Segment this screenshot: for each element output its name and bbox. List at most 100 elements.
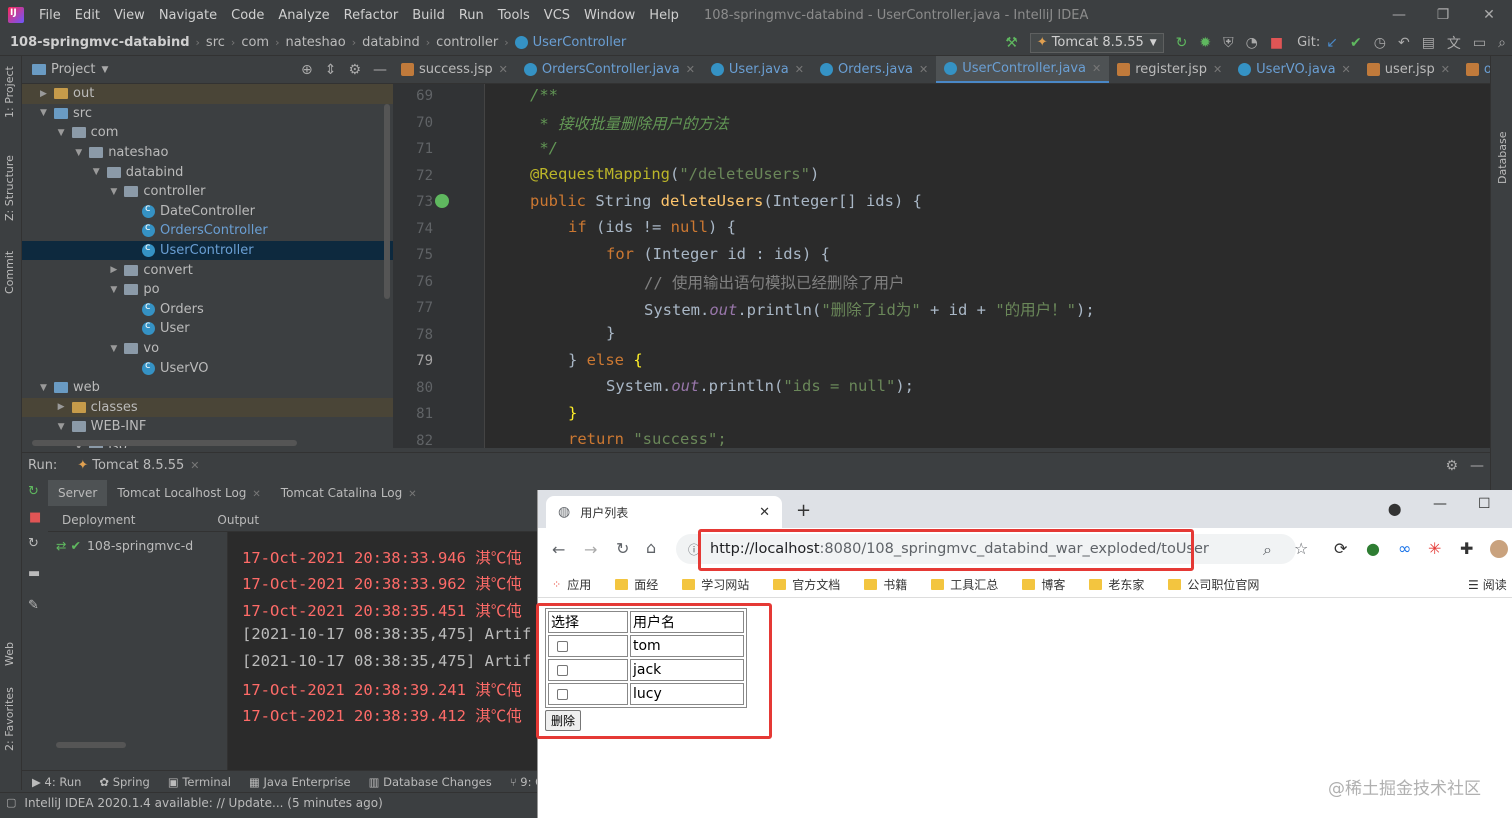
reload-icon[interactable]: ↻ <box>616 539 629 558</box>
profile-avatar[interactable] <box>1490 540 1508 558</box>
tab-orderscontroller-java[interactable]: OrdersController.java ✕ <box>516 56 703 83</box>
tab-success-jsp[interactable]: success.jsp ✕ <box>393 56 516 83</box>
run-config-selector[interactable]: ✦ Tomcat 8.5.55 ▼ <box>1029 32 1164 53</box>
bookmark-folder[interactable]: 书籍 <box>864 576 907 593</box>
extensions-puzzle-icon[interactable]: ✚ <box>1460 539 1473 558</box>
collapse-all-icon[interactable]: ⇕ <box>325 62 337 78</box>
request-mapping-icon[interactable] <box>435 194 449 208</box>
subtab-catalina-log[interactable]: Tomcat Catalina Log ✕ <box>271 486 427 500</box>
git-rollback-icon[interactable]: ↶ <box>1398 35 1410 51</box>
close-tab-icon[interactable]: ✕ <box>499 63 508 76</box>
close-tab-icon[interactable]: ✕ <box>408 489 416 500</box>
run-tab-tomcat[interactable]: Tomcat 8.5.55 <box>92 458 184 473</box>
coverage-icon[interactable]: ⛨ <box>1223 35 1234 51</box>
profile-icon[interactable]: ◔ <box>1246 35 1258 51</box>
layout-icon[interactable]: ▬ <box>28 566 40 581</box>
menu-navigate[interactable]: Navigate <box>152 8 224 23</box>
tool-project[interactable]: 1: Project <box>3 66 16 118</box>
breadcrumb-controller[interactable]: controller <box>436 35 498 50</box>
tab-uservo-java[interactable]: UserVO.java ✕ <box>1230 56 1359 83</box>
breadcrumb-databind[interactable]: databind <box>362 35 420 50</box>
new-tab-icon[interactable]: + <box>796 500 811 521</box>
tree-item-vo[interactable]: ▼ vo <box>110 339 159 359</box>
scrollbar-horizontal[interactable] <box>32 440 297 446</box>
project-structure-icon[interactable]: ▤ <box>1422 35 1435 51</box>
browser-tab[interactable]: ◍ 用户列表 ✕ <box>546 496 782 528</box>
bookmark-folder[interactable]: 官方文档 <box>773 576 840 593</box>
extension-globe-icon[interactable]: ● <box>1366 539 1380 558</box>
zoom-icon[interactable]: ⌕ <box>1263 540 1272 560</box>
back-icon[interactable]: ← <box>552 540 565 559</box>
chevron-down-icon[interactable]: ▼ <box>40 383 54 393</box>
tree-item-web[interactable]: ▼ web <box>40 378 100 398</box>
console-output[interactable]: 17-Oct-2021 20:38:33.946 淇℃伅 17-Oct-2021 … <box>228 532 538 770</box>
tree-item-nateshao[interactable]: ▼ nateshao <box>75 143 168 163</box>
chevron-down-icon[interactable]: ▼ <box>93 167 107 177</box>
tree-item-user[interactable]: User <box>128 319 190 339</box>
gear-icon[interactable]: ⚙ <box>1445 458 1458 474</box>
tool-terminal[interactable]: ▣ Terminal <box>168 775 231 789</box>
menu-tools[interactable]: Tools <box>491 8 537 23</box>
bookmark-star-icon[interactable]: ☆ <box>1294 539 1308 558</box>
chevron-right-icon[interactable]: ▶ <box>110 265 124 275</box>
minimize-icon[interactable]: — <box>1433 496 1447 512</box>
tab-user-jsp[interactable]: user.jsp ✕ <box>1359 56 1458 83</box>
tool-java-enterprise[interactable]: ▦ Java Enterprise <box>249 775 351 789</box>
chevron-down-icon[interactable]: ▼ <box>110 344 124 354</box>
git-commit-icon[interactable]: ✔ <box>1350 35 1362 51</box>
tree-item-controller[interactable]: ▼ controller <box>110 182 205 202</box>
tree-item-usercontroller[interactable]: UserController <box>128 241 254 261</box>
bookmark-folder[interactable]: 面经 <box>615 576 658 593</box>
status-text[interactable]: IntelliJ IDEA 2020.1.4 available: // Upd… <box>24 796 382 810</box>
close-tab-icon[interactable]: ✕ <box>919 63 928 76</box>
pin-icon[interactable]: ✎ <box>28 598 39 613</box>
code-editor[interactable]: /** * 接收批量删除用户的方法 */ @RequestMapping("/d… <box>485 84 1490 448</box>
close-tab-icon[interactable]: ✕ <box>759 505 770 520</box>
chevron-down-icon[interactable]: ▼ <box>58 422 72 432</box>
bookmark-folder[interactable]: 工具汇总 <box>931 576 998 593</box>
tool-structure[interactable]: Z: Structure <box>3 155 16 221</box>
menu-build[interactable]: Build <box>405 8 452 23</box>
extension-infinity-icon[interactable]: ∞ <box>1398 539 1411 558</box>
tool-commit[interactable]: Commit <box>3 251 16 294</box>
rerun-icon[interactable]: ↻ <box>28 484 39 499</box>
chevron-down-icon[interactable]: ▼ <box>110 187 124 197</box>
close-window-icon[interactable]: ✕ <box>1466 0 1512 30</box>
bookmark-folder[interactable]: 老东家 <box>1089 576 1144 593</box>
chevron-down-icon[interactable]: ▼ <box>110 285 124 295</box>
chevron-right-icon[interactable]: ▶ <box>40 89 54 99</box>
bookmark-folder[interactable]: 公司职位官网 <box>1168 576 1259 593</box>
tree-item-convert[interactable]: ▶ convert <box>110 260 192 280</box>
tree-item-orders[interactable]: Orders <box>128 300 204 320</box>
rerun-icon[interactable]: ↻ <box>1176 35 1188 51</box>
close-tab-icon[interactable]: ✕ <box>1092 62 1101 75</box>
subtab-server[interactable]: Server <box>48 480 108 506</box>
extension-sync-icon[interactable]: ⟳ <box>1334 539 1347 558</box>
tool-spring[interactable]: ✿ Spring <box>99 775 149 789</box>
menu-vcs[interactable]: VCS <box>537 8 577 23</box>
close-tab-icon[interactable]: ✕ <box>1441 63 1450 76</box>
tree-item-src[interactable]: ▼ src <box>40 104 92 124</box>
search-everywhere-icon[interactable]: ⌕ <box>1498 35 1506 51</box>
git-history-icon[interactable]: ◷ <box>1374 35 1386 51</box>
menu-view[interactable]: View <box>107 8 152 23</box>
stop-icon[interactable]: ■ <box>1270 35 1283 51</box>
close-tab-icon[interactable]: ✕ <box>1213 63 1222 76</box>
reading-list[interactable]: ☰ 阅读 <box>1468 576 1507 593</box>
breadcrumb-project[interactable]: 108-springmvc-databind <box>10 35 190 50</box>
menu-analyze[interactable]: Analyze <box>271 8 336 23</box>
menu-code[interactable]: Code <box>224 8 271 23</box>
close-tab-icon[interactable]: ✕ <box>252 489 260 500</box>
stop-icon[interactable]: ■ <box>29 510 41 525</box>
close-tab-icon[interactable]: ✕ <box>795 63 804 76</box>
translate-icon[interactable]: 文 <box>1447 33 1461 53</box>
chevron-down-icon[interactable]: ▼ <box>101 65 108 75</box>
bookmark-folder[interactable]: 学习网站 <box>682 576 749 593</box>
tree-item-uservo[interactable]: UserVO <box>128 358 209 378</box>
tree-item-orderscontroller[interactable]: OrdersController <box>128 221 268 241</box>
tool-database[interactable]: Database <box>1496 132 1509 185</box>
tab-orders-java[interactable]: Orders.java ✕ <box>812 56 936 83</box>
tool-run[interactable]: ▶ 4: Run <box>32 775 81 789</box>
extension-star-icon[interactable]: ✳ <box>1428 539 1441 558</box>
tab-search-icon[interactable]: ⬤ <box>1388 502 1401 516</box>
